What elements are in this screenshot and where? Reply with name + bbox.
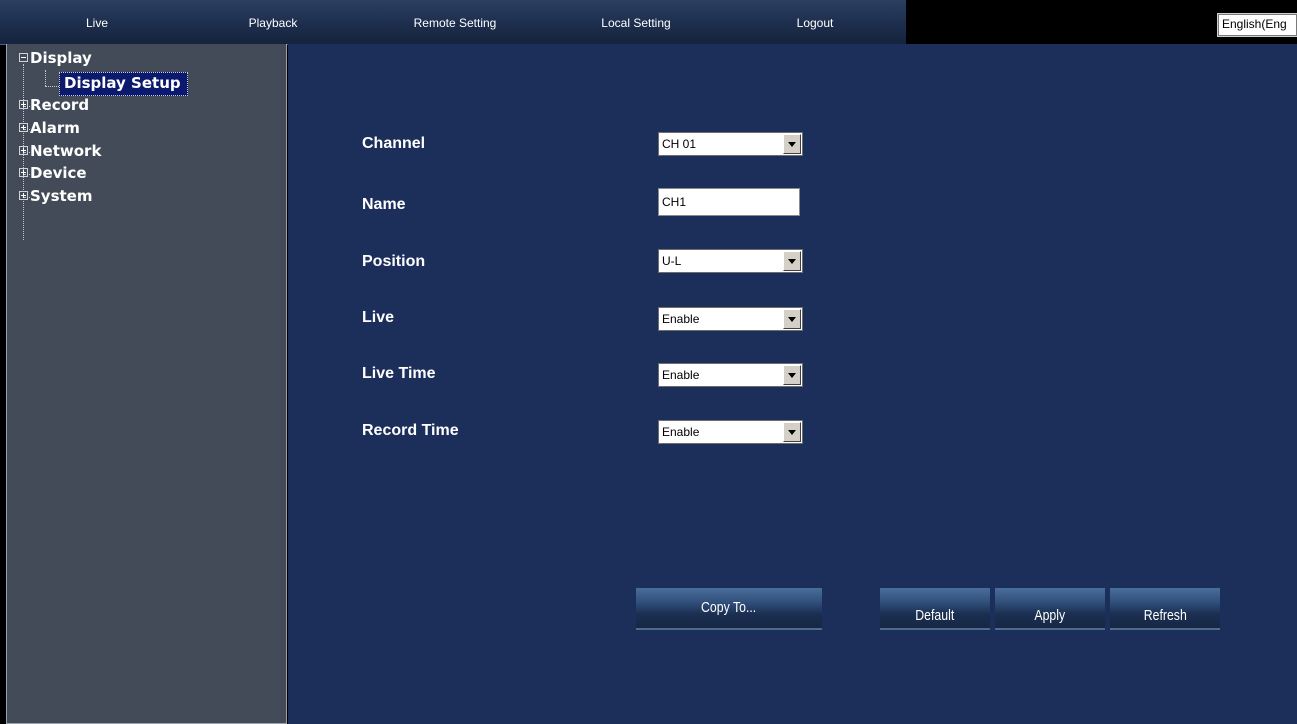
live-label: Live — [362, 309, 395, 326]
position-select[interactable]: U-L — [658, 249, 803, 273]
nav-local-setting[interactable]: Local Setting — [566, 0, 706, 44]
main-navigation: Live Playback Remote Setting Local Setti… — [0, 0, 906, 45]
record-time-value: Enable — [662, 425, 700, 439]
tree-node-label: System — [30, 187, 93, 205]
channel-value: CH 01 — [662, 137, 697, 151]
nav-playback[interactable]: Playback — [218, 0, 328, 44]
record-time-select[interactable]: Enable — [658, 420, 803, 444]
live-value: Enable — [662, 312, 700, 326]
expand-icon[interactable] — [19, 168, 28, 177]
record-time-label: Record Time — [362, 422, 459, 439]
copy-to-button[interactable]: Copy To... — [636, 588, 822, 630]
apply-label: Apply — [1034, 607, 1066, 624]
collapse-icon[interactable] — [19, 53, 28, 62]
language-select[interactable]: English(Eng — [1217, 13, 1297, 37]
expand-icon[interactable] — [19, 191, 28, 200]
display-setup-panel: Channel CH 01 Name Position U-L Live Ena… — [288, 44, 1297, 724]
dropdown-arrow-icon[interactable] — [783, 309, 801, 329]
tree-node-alarm[interactable]: Alarm — [19, 117, 80, 139]
default-label: Default — [915, 607, 955, 624]
tree-node-label: Alarm — [30, 119, 80, 137]
tree-node-display[interactable]: Display — [19, 47, 92, 69]
name-input[interactable] — [658, 188, 800, 216]
tree-node-label: Network — [30, 142, 102, 160]
tree-node-label: Record — [30, 96, 90, 114]
tree-connector — [45, 86, 59, 87]
dropdown-arrow-icon[interactable] — [783, 422, 801, 442]
dropdown-arrow-icon[interactable] — [783, 251, 801, 271]
tree-connector-line — [45, 70, 46, 86]
refresh-label: Refresh — [1143, 607, 1187, 624]
channel-select[interactable]: CH 01 — [658, 132, 803, 156]
copy-to-label: Copy To... — [701, 599, 757, 616]
channel-label: Channel — [362, 135, 426, 152]
nav-live[interactable]: Live — [42, 0, 152, 44]
tree-item-display-setup[interactable]: Display Setup — [59, 72, 188, 96]
live-time-value: Enable — [662, 368, 700, 382]
live-time-label: Live Time — [362, 365, 436, 382]
expand-icon[interactable] — [19, 123, 28, 132]
tree-node-label: Device — [30, 164, 87, 182]
dropdown-arrow-icon[interactable] — [783, 134, 801, 154]
expand-icon[interactable] — [19, 146, 28, 155]
top-bar: Live Playback Remote Setting Local Setti… — [0, 0, 1297, 45]
name-label: Name — [362, 196, 406, 213]
position-label: Position — [362, 253, 426, 270]
apply-button[interactable]: Apply — [995, 588, 1105, 630]
settings-sidebar: Display Display Setup Record Alarm Netwo… — [6, 44, 287, 724]
tree-node-label: Display — [30, 49, 92, 67]
default-button[interactable]: Default — [880, 588, 990, 630]
live-select[interactable]: Enable — [658, 307, 803, 331]
refresh-button[interactable]: Refresh — [1110, 588, 1220, 630]
nav-remote-setting[interactable]: Remote Setting — [385, 0, 525, 44]
live-time-select[interactable]: Enable — [658, 363, 803, 387]
tree-node-network[interactable]: Network — [19, 140, 101, 162]
nav-logout[interactable]: Logout — [765, 0, 865, 44]
tree-node-device[interactable]: Device — [19, 162, 87, 184]
expand-icon[interactable] — [19, 100, 28, 109]
dropdown-arrow-icon[interactable] — [783, 365, 801, 385]
tree-node-record[interactable]: Record — [19, 94, 89, 116]
tree-node-system[interactable]: System — [19, 185, 92, 207]
position-value: U-L — [662, 254, 682, 268]
